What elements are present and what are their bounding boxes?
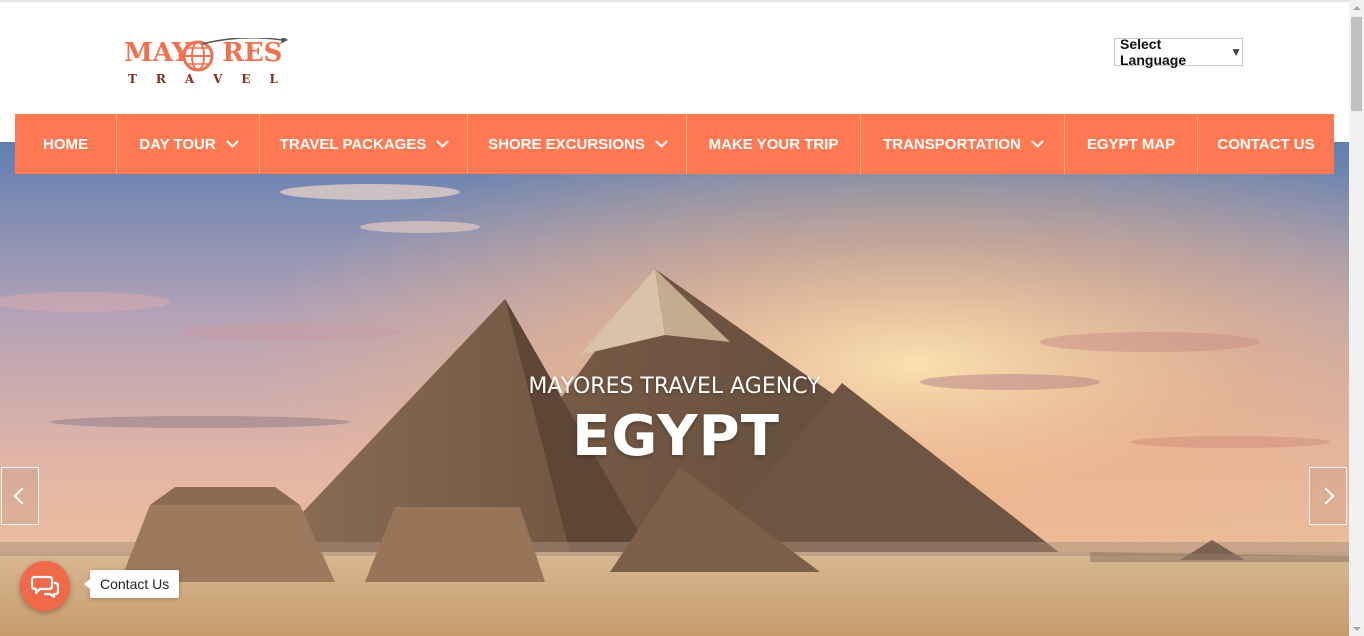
chat-bubbles-icon	[31, 575, 59, 598]
language-select-label: Select Language	[1120, 36, 1187, 68]
nav-contact-us[interactable]: CONTACT US	[1198, 114, 1334, 174]
hero-title: EGYPT	[572, 404, 780, 469]
caret-down-icon: ▼	[1230, 45, 1242, 59]
chevron-down-icon	[1031, 135, 1044, 148]
language-select[interactable]: Select Language ▼	[1114, 36, 1243, 68]
triangle-down-icon	[1352, 626, 1361, 631]
slider-next-button[interactable]	[1309, 467, 1347, 525]
nav-transportation[interactable]: TRANSPORTATION	[861, 114, 1065, 174]
triangle-up-icon	[1352, 5, 1361, 10]
nav-day-tour[interactable]: DAY TOUR	[117, 114, 260, 174]
page-scrollbar[interactable]	[1349, 0, 1364, 636]
nav-travel-packages[interactable]: TRAVEL PACKAGES	[260, 114, 468, 174]
chevron-left-icon	[13, 487, 31, 505]
nav-make-your-trip[interactable]: MAKE YOUR TRIP	[687, 114, 861, 174]
chevron-right-icon	[1317, 487, 1335, 505]
chat-label[interactable]: Contact Us	[83, 570, 180, 598]
top-divider	[0, 0, 1349, 2]
main-navigation: HOME DAY TOUR TRAVEL PACKAGES SHORE EXCU…	[15, 114, 1334, 174]
scroll-down-button[interactable]	[1349, 621, 1364, 636]
site-logo[interactable]: MAY RES T R A V E L	[124, 30, 294, 90]
chevron-down-icon	[225, 135, 239, 148]
slider-prev-button[interactable]	[1, 467, 39, 525]
nav-egypt-map[interactable]: EGYPT MAP	[1065, 114, 1198, 174]
logo-tagline: T R A V E L	[128, 72, 278, 86]
hero-slider: MAYORES TRAVEL AGENCY EGYPT	[0, 142, 1349, 636]
nav-shore-excursions[interactable]: SHORE EXCURSIONS	[468, 114, 687, 174]
scroll-up-button[interactable]	[1349, 0, 1364, 15]
chat-button[interactable]	[20, 561, 70, 611]
chevron-down-icon	[654, 135, 668, 148]
nav-home[interactable]: HOME	[15, 114, 117, 174]
scroll-thumb[interactable]	[1351, 17, 1362, 111]
chevron-down-icon	[436, 135, 450, 148]
hero-subtitle: MAYORES TRAVEL AGENCY	[528, 374, 821, 399]
